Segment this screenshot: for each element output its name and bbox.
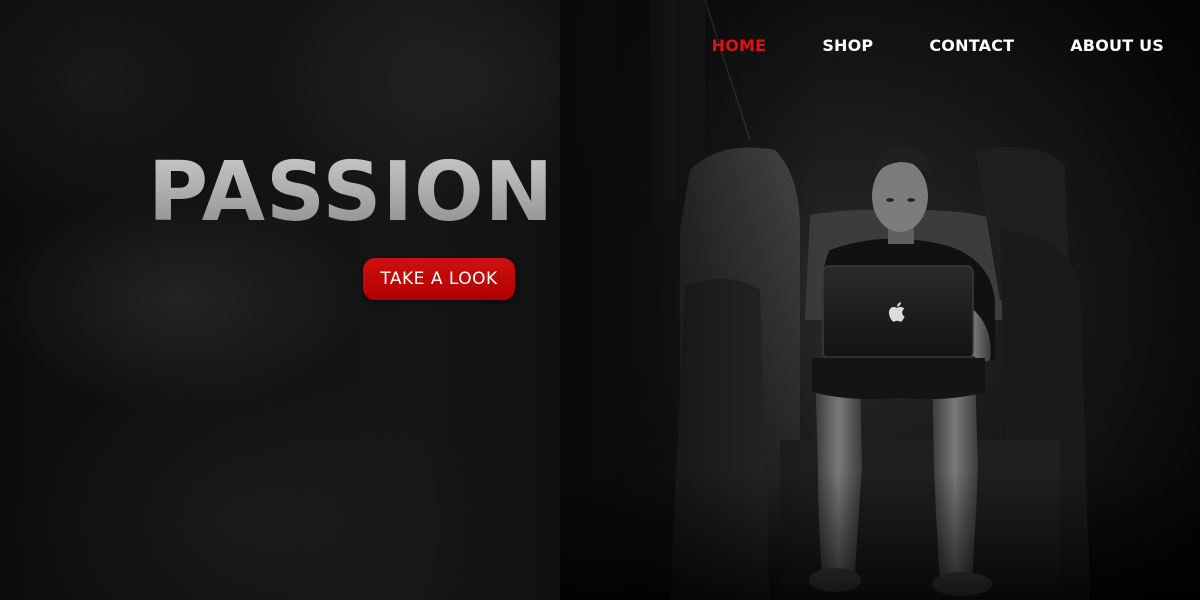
nav-item-about-us[interactable]: ABOUT US [1070, 36, 1164, 55]
nav-item-contact[interactable]: CONTACT [929, 36, 1014, 55]
apple-logo-icon [889, 302, 905, 322]
nav-item-home[interactable]: HOME [712, 36, 767, 55]
photo-bottom-fade [560, 470, 1200, 600]
nav-item-shop[interactable]: SHOP [822, 36, 873, 55]
hero-photo [0, 0, 1200, 600]
hero-section: HOME SHOP CONTACT ABOUT US PASSION TAKE … [0, 0, 1200, 600]
take-a-look-button[interactable]: TAKE A LOOK [363, 258, 515, 300]
main-nav: HOME SHOP CONTACT ABOUT US [712, 36, 1164, 55]
hero-headline: PASSION [148, 145, 555, 240]
